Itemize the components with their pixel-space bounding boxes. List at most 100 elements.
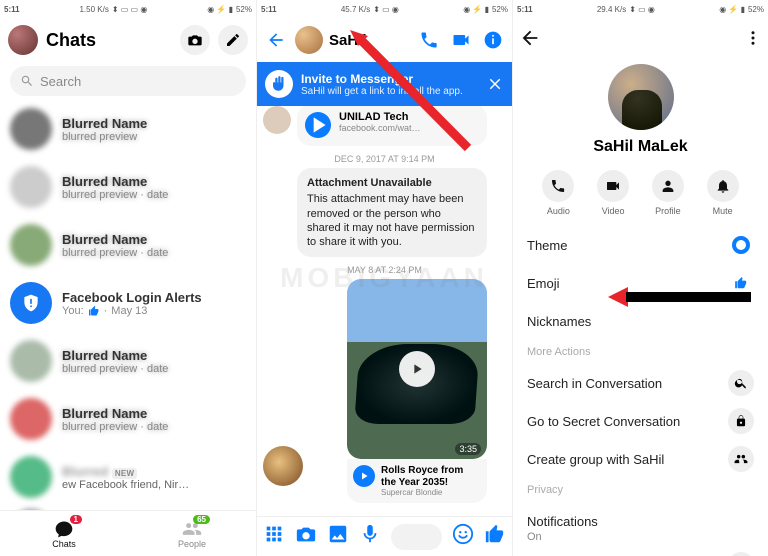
list-item[interactable]: Blurred NEW ew Facebook friend, Nir…: [0, 448, 256, 506]
new-badge: NEW: [112, 468, 138, 479]
action-mute[interactable]: Mute: [707, 170, 739, 216]
conversation-header: SaHil: [257, 18, 512, 62]
action-video[interactable]: Video: [597, 170, 629, 216]
back-button[interactable]: [519, 27, 541, 54]
profile-picture[interactable]: [608, 64, 674, 130]
section-header: More Actions: [527, 340, 754, 364]
screen-chats-list: 5:11 1.50 K/s ⬍ ▭ ▭ ◉ ◉ ⚡ ▮ 52% Chats Se…: [0, 0, 256, 556]
bell-icon: [715, 178, 731, 194]
contact-avatar: [10, 108, 52, 150]
emoji-button[interactable]: [452, 523, 474, 550]
row-theme[interactable]: Theme: [527, 226, 754, 264]
video-message[interactable]: 3:35: [347, 279, 487, 459]
contact-avatar: [10, 456, 52, 498]
list-item[interactable]: Blurred Nameblurred preview · date: [0, 332, 256, 390]
chats-header: Chats: [0, 18, 256, 62]
sender-avatars: [263, 446, 291, 489]
like-icon: [88, 305, 100, 317]
chats-badge: 1: [70, 515, 82, 524]
video-duration: 3:35: [455, 443, 481, 455]
new-message-button[interactable]: [218, 25, 248, 55]
list-item-fb-alerts[interactable]: Facebook Login Alerts You: · May 13: [0, 274, 256, 332]
play-circle-icon: [353, 465, 375, 487]
profile-block: SaHil MaLek: [513, 64, 768, 156]
contact-avatar[interactable]: [295, 26, 323, 54]
video-icon: [451, 30, 471, 50]
status-bar: 5:11 45.7 K/s ⬍ ▭ ◉ ◉ ⚡ ▮ 52%: [257, 0, 512, 18]
list-item[interactable]: Blurred Nameblurred preview · date: [0, 216, 256, 274]
profile-name: SaHil MaLek: [593, 138, 687, 156]
row-secret[interactable]: Go to Secret Conversation: [527, 402, 754, 440]
list-item[interactable]: Blurred Nameblurred preview · date: [0, 158, 256, 216]
message-input-bar: [257, 516, 512, 556]
contact-name[interactable]: SaHil: [329, 32, 410, 49]
mic-icon: [359, 523, 381, 545]
smile-icon: [452, 523, 474, 545]
status-bar: 5:11 1.50 K/s ⬍ ▭ ▭ ◉ ◉ ⚡ ▮ 52%: [0, 0, 256, 18]
video-link-card[interactable]: Rolls Royce from the Year 2035! Supercar…: [347, 459, 487, 503]
play-icon: [409, 361, 425, 377]
timestamp: MAY 8 AT 2:24 PM: [257, 265, 512, 275]
tab-chats[interactable]: Chats 1: [0, 511, 128, 556]
status-time: 5:11: [4, 5, 20, 14]
camera-icon: [187, 32, 203, 48]
row-nicknames[interactable]: Nicknames: [527, 302, 754, 340]
settings-list: Theme Emoji Nicknames More Actions Searc…: [513, 226, 768, 556]
theme-color-icon: [732, 236, 750, 254]
camera-button[interactable]: [180, 25, 210, 55]
status-right: ◉ ⚡ ▮ 52%: [207, 5, 252, 14]
row-create-group[interactable]: Create group with SaHil: [527, 440, 754, 478]
apps-button[interactable]: [263, 523, 285, 550]
contact-avatar: [10, 398, 52, 440]
phone-icon: [550, 178, 566, 194]
gallery-button[interactable]: [327, 523, 349, 550]
link-preview[interactable]: UNILAD Tech facebook.com/wat…: [297, 106, 487, 146]
pencil-icon: [225, 32, 241, 48]
action-audio[interactable]: Audio: [542, 170, 574, 216]
arrow-left-icon: [266, 30, 286, 50]
banner-close[interactable]: [486, 75, 504, 93]
row-ignore[interactable]: Ignore Messages: [527, 546, 754, 556]
contact-avatar: [10, 166, 52, 208]
action-profile[interactable]: Profile: [652, 170, 684, 216]
camera-button[interactable]: [295, 523, 317, 550]
message-thread[interactable]: UNILAD Tech facebook.com/wat… DEC 9, 201…: [257, 106, 512, 516]
info-icon: [483, 30, 503, 50]
like-button[interactable]: [484, 523, 506, 550]
group-icon: [734, 452, 748, 466]
list-item[interactable]: Blurred Nameblurred preview · date: [0, 390, 256, 448]
arrow-left-icon: [519, 27, 541, 49]
phone-icon: [419, 30, 439, 50]
message-bubble[interactable]: Attachment Unavailable This attachment m…: [297, 168, 487, 257]
section-header: Privacy: [527, 478, 754, 502]
chat-list: Blurred Nameblurred preview Blurred Name…: [0, 100, 256, 554]
item-name: Facebook Login Alerts: [62, 290, 246, 305]
item-sub: You: · May 13: [62, 305, 246, 317]
status-bar: 5:11 29.4 K/s ⬍ ▭ ◉ ◉ ⚡ ▮ 52%: [513, 0, 768, 18]
audio-call-button[interactable]: [416, 27, 442, 53]
tab-people[interactable]: People 65: [128, 511, 256, 556]
contact-avatar: [10, 224, 52, 266]
quick-actions: Audio Video Profile Mute: [513, 156, 768, 226]
screen-conversation-settings: 5:11 29.4 K/s ⬍ ▭ ◉ ◉ ⚡ ▮ 52% SaHil MaLe…: [512, 0, 768, 556]
video-call-button[interactable]: [448, 27, 474, 53]
invite-banner[interactable]: Invite to Messenger SaHil will get a lin…: [257, 62, 512, 106]
more-button[interactable]: [744, 29, 762, 52]
list-item[interactable]: Blurred Nameblurred preview: [0, 100, 256, 158]
page-title: Chats: [46, 30, 172, 51]
screen-chat-thread: 5:11 45.7 K/s ⬍ ▭ ◉ ◉ ⚡ ▮ 52% SaHil Invi…: [256, 0, 512, 556]
banner-sub: SaHil will get a link to install the app…: [301, 86, 463, 97]
people-badge: 65: [193, 515, 210, 524]
info-button[interactable]: [480, 27, 506, 53]
row-emoji[interactable]: Emoji: [527, 264, 754, 302]
person-icon: [660, 178, 676, 194]
row-search[interactable]: Search in Conversation: [527, 364, 754, 402]
shield-icon: [10, 282, 52, 324]
back-button[interactable]: [263, 27, 289, 53]
mic-button[interactable]: [359, 523, 381, 550]
search-input[interactable]: Search: [10, 66, 246, 96]
user-avatar[interactable]: [8, 25, 38, 55]
lock-icon: [734, 414, 748, 428]
thumbs-up-icon: [484, 523, 506, 545]
message-input[interactable]: [391, 524, 442, 550]
